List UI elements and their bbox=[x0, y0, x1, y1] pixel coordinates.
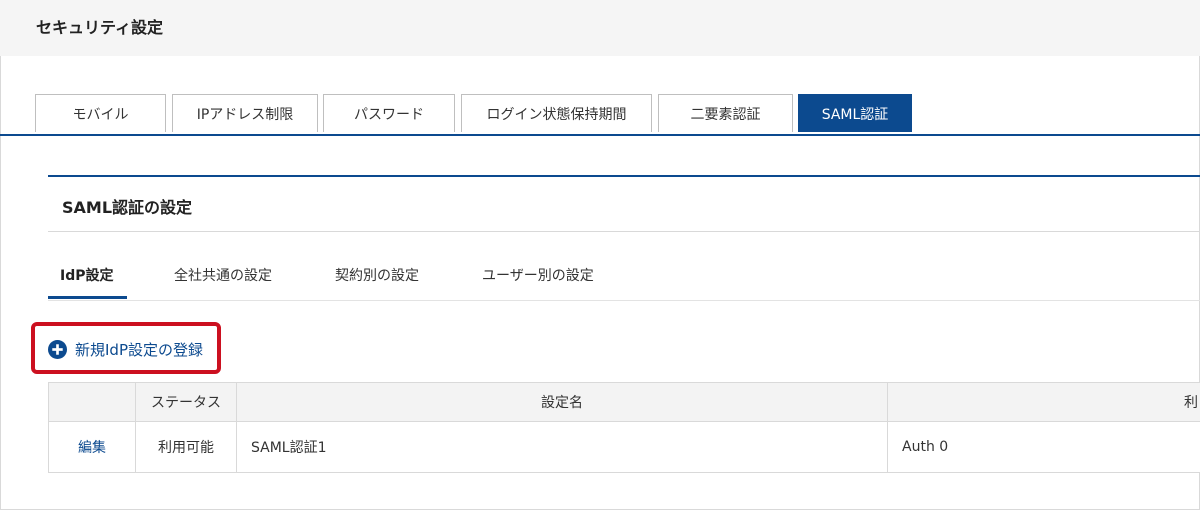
tab-ip-restriction[interactable]: IPアドレス制限 bbox=[172, 94, 318, 132]
plus-circle-icon bbox=[48, 340, 67, 359]
add-idp-label: 新規IdP設定の登録 bbox=[75, 341, 203, 359]
subtab-per-user[interactable]: ユーザー別の設定 bbox=[482, 265, 594, 285]
table-header-usage: 利 bbox=[887, 382, 1200, 422]
table-row-provider: Auth 0 bbox=[887, 422, 1200, 473]
subtab-idp[interactable]: IdP設定 bbox=[60, 265, 114, 285]
edit-link[interactable]: 編集 bbox=[78, 437, 106, 457]
table-row-action: 編集 bbox=[48, 422, 135, 473]
tab-saml[interactable]: SAML認証 bbox=[798, 94, 912, 132]
page-header: セキュリティ設定 bbox=[0, 0, 1200, 56]
subtab-company-common[interactable]: 全社共通の設定 bbox=[174, 265, 272, 285]
idp-table: ステータス 設定名 利 編集 利用可能 SAML認証1 Auth 0 bbox=[48, 382, 1200, 473]
table-header-status: ステータス bbox=[135, 382, 236, 422]
tab-password[interactable]: パスワード bbox=[323, 94, 455, 132]
tab-login-retention[interactable]: ログイン状態保持期間 bbox=[461, 94, 652, 132]
subtab-active-indicator bbox=[48, 296, 127, 299]
subtab-divider bbox=[48, 300, 1200, 301]
table-header-name: 設定名 bbox=[236, 382, 887, 422]
tab-two-factor[interactable]: 二要素認証 bbox=[658, 94, 793, 132]
page-title: セキュリティ設定 bbox=[36, 18, 164, 37]
panel-top-border bbox=[48, 175, 1200, 177]
panel-divider bbox=[48, 231, 1200, 232]
table-row-name: SAML認証1 bbox=[236, 422, 887, 473]
table-row-status: 利用可能 bbox=[135, 422, 236, 473]
tab-mobile[interactable]: モバイル bbox=[35, 94, 166, 132]
add-idp-button[interactable]: 新規IdP設定の登録 bbox=[48, 339, 203, 360]
subtab-per-contract[interactable]: 契約別の設定 bbox=[335, 265, 419, 285]
tabs-underline bbox=[0, 134, 1200, 136]
panel-title: SAML認証の設定 bbox=[62, 198, 193, 217]
table-header-action bbox=[48, 382, 135, 422]
